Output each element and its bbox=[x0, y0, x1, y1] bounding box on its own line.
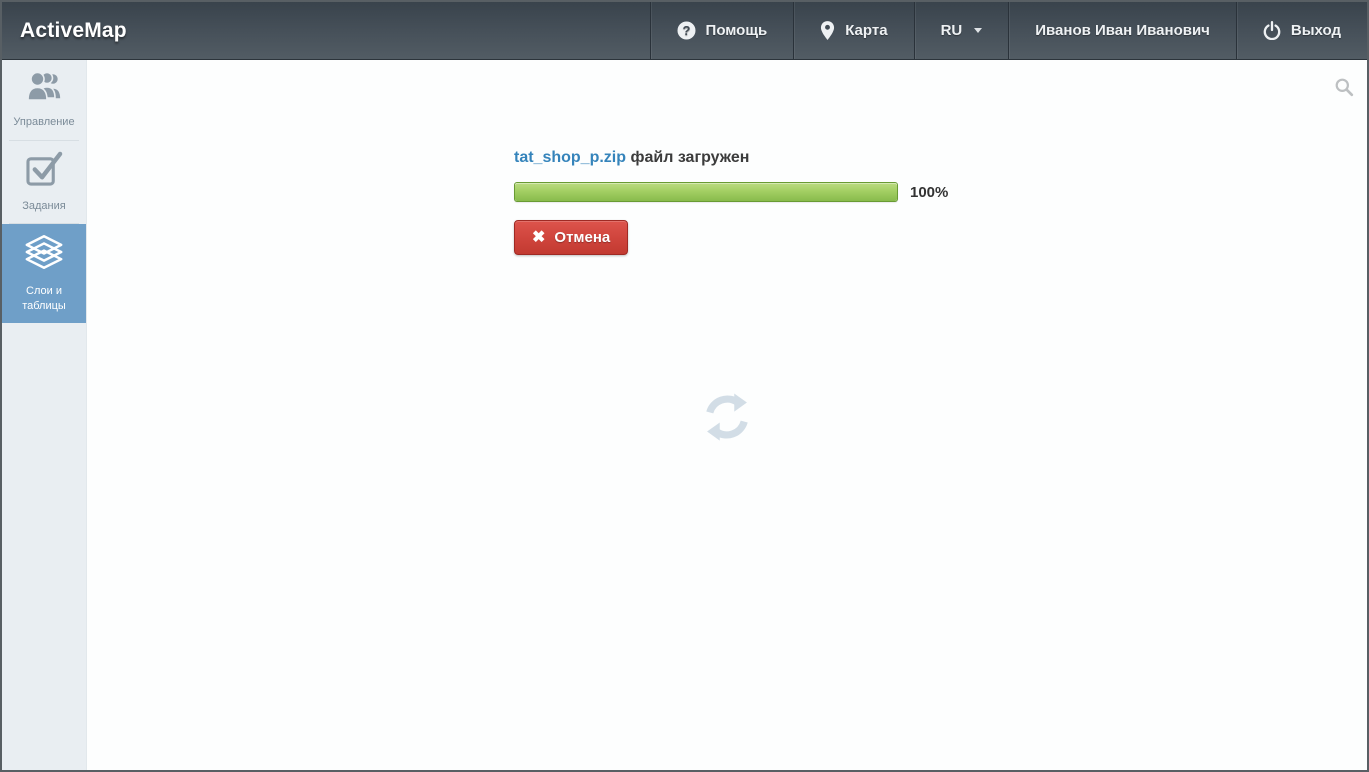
top-navbar: ActiveMap ? Помощь Карта bbox=[2, 2, 1367, 60]
upload-progress-fill bbox=[515, 183, 897, 201]
sidebar: Управление Задания bbox=[2, 60, 87, 770]
sidebar-item-management[interactable]: Управление bbox=[2, 60, 86, 140]
uploaded-file-link[interactable]: tat_shop_p.zip bbox=[514, 149, 626, 166]
cancel-label: Отмена bbox=[554, 229, 610, 246]
upload-progress-percent: 100% bbox=[910, 184, 948, 201]
user-name-label: Иванов Иван Иванович bbox=[1035, 22, 1210, 39]
logout-label: Выход bbox=[1291, 22, 1341, 39]
map-label: Карта bbox=[845, 22, 887, 39]
sidebar-label-layers-tables: Слои и таблицы bbox=[5, 284, 83, 313]
checkbox-icon bbox=[26, 151, 63, 190]
upload-progress-row: 100% bbox=[514, 182, 974, 202]
users-icon bbox=[24, 70, 64, 106]
sidebar-item-tasks[interactable]: Задания bbox=[2, 141, 86, 224]
upload-progress-bar bbox=[514, 182, 898, 202]
map-button[interactable]: Карта bbox=[793, 2, 913, 59]
cancel-upload-button[interactable]: ✖ Отмена bbox=[514, 220, 628, 255]
upload-status-text: файл загружен bbox=[630, 149, 749, 166]
language-dropdown[interactable]: RU bbox=[914, 2, 1009, 59]
sidebar-item-layers-tables[interactable]: Слои и таблицы bbox=[2, 224, 86, 323]
top-menu: ? Помощь Карта RU Иванов Ива bbox=[650, 2, 1367, 59]
language-label: RU bbox=[941, 22, 963, 39]
map-pin-icon bbox=[820, 20, 835, 41]
help-label: Помощь bbox=[706, 22, 768, 39]
help-icon: ? bbox=[677, 21, 696, 40]
caret-down-icon bbox=[974, 28, 982, 33]
content-area: tat_shop_p.zip файл загружен 100% ✖ Отме… bbox=[87, 60, 1367, 770]
sidebar-label-management: Управление bbox=[13, 115, 74, 129]
search-icon[interactable] bbox=[1334, 77, 1354, 102]
sidebar-label-tasks: Задания bbox=[22, 199, 65, 213]
power-icon bbox=[1263, 21, 1281, 40]
help-button[interactable]: ? Помощь bbox=[650, 2, 794, 59]
upload-panel: tat_shop_p.zip файл загружен 100% ✖ Отме… bbox=[514, 149, 974, 255]
app-logo: ActiveMap bbox=[2, 2, 127, 59]
layers-icon bbox=[23, 234, 65, 275]
refresh-spinner-icon bbox=[698, 388, 756, 451]
logout-button[interactable]: Выход bbox=[1236, 2, 1367, 59]
svg-text:?: ? bbox=[682, 23, 690, 38]
cancel-x-icon: ✖ bbox=[532, 230, 545, 246]
upload-title: tat_shop_p.zip файл загружен bbox=[514, 149, 974, 167]
user-menu[interactable]: Иванов Иван Иванович bbox=[1008, 2, 1236, 59]
app-window: ActiveMap ? Помощь Карта bbox=[0, 0, 1369, 772]
